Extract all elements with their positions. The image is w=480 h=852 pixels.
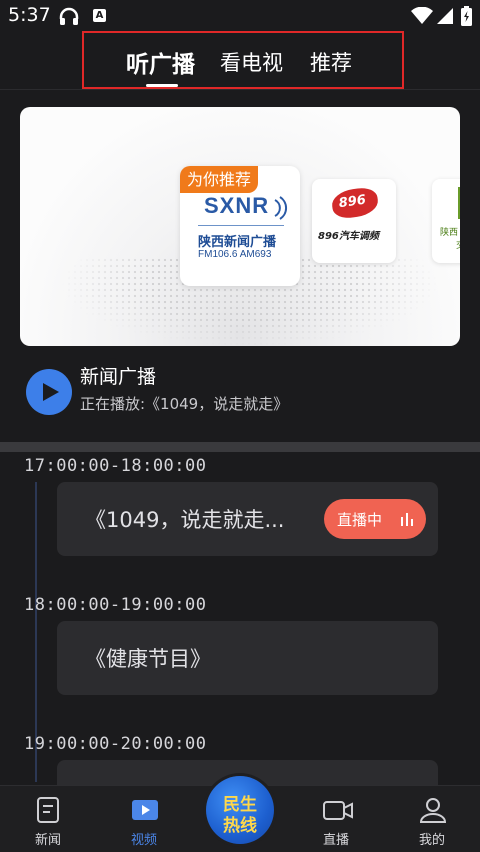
wifi-icon xyxy=(411,7,433,24)
nav-item-news[interactable]: 新闻 xyxy=(8,786,88,852)
section-divider xyxy=(0,442,480,452)
nav-label-news: 新闻 xyxy=(34,833,61,848)
logo-896: 896 xyxy=(330,185,380,221)
news-icon xyxy=(37,797,59,823)
nav-label-profile: 我的 xyxy=(418,833,445,848)
live-label: 直播中 xyxy=(337,511,383,529)
hotline-label-2: 热线 xyxy=(223,816,257,836)
station-card-896[interactable]: 896 896汽车调频 xyxy=(312,179,396,263)
now-playing-text: 正在播放:《1049，说走就走》 xyxy=(80,395,289,413)
logo-divider xyxy=(198,225,284,226)
broadcast-waves-icon xyxy=(274,196,287,220)
program-title: 《健康节目》 xyxy=(85,647,211,671)
station-frequency: FM106.6 AM693 xyxy=(198,249,272,260)
play-button[interactable] xyxy=(26,369,72,415)
profile-icon xyxy=(419,798,447,823)
live-badge[interactable]: 直播中 xyxy=(324,499,426,539)
status-time: 5:37 xyxy=(8,4,51,26)
program-card[interactable]: 《1049，说走就走... 直播中 xyxy=(57,482,438,556)
tab-recommend[interactable]: 推荐 xyxy=(310,47,352,77)
live-camera-icon xyxy=(323,801,353,820)
nav-label-video: 视频 xyxy=(130,833,157,848)
program-card[interactable]: 《健康节目》 xyxy=(57,621,438,695)
tab-watch-tv[interactable]: 看电视 xyxy=(220,47,283,77)
signal-icon xyxy=(437,8,453,24)
slot-time: 19:00:00-20:00:00 xyxy=(24,734,207,754)
video-icon xyxy=(132,800,158,820)
a-icon: A xyxy=(93,9,106,22)
program-title: 《1049，说走就走... xyxy=(85,508,285,532)
recommend-tag: 为你推荐 xyxy=(180,166,259,193)
status-bar: 5:37 A xyxy=(0,0,480,32)
station-logo-partial xyxy=(458,187,460,219)
nav-item-live[interactable]: 直播 xyxy=(296,786,376,852)
recommend-banner[interactable]: 为你推荐 SXNR 陕西新闻广播 FM106.6 AM693 896 896汽车… xyxy=(20,107,460,346)
nav-label-live: 直播 xyxy=(322,833,349,848)
station-card-shaanxi-news[interactable]: 为你推荐 SXNR 陕西新闻广播 FM106.6 AM693 xyxy=(180,166,300,286)
station-name-partial-2: 交 xyxy=(456,238,460,251)
header-divider xyxy=(0,89,480,90)
battery-icon xyxy=(461,6,472,26)
top-tab-bar: 听广播 看电视 推荐 xyxy=(82,31,404,89)
station-name-partial: 陕西 xyxy=(440,228,459,238)
station-name-896: 896汽车调频 xyxy=(318,231,379,242)
sxnr-logo: SXNR xyxy=(204,193,270,218)
nav-item-video[interactable]: 视频 xyxy=(104,786,184,852)
slot-time: 17:00:00-18:00:00 xyxy=(24,456,207,476)
audio-bars-icon xyxy=(401,513,413,526)
hotline-button[interactable]: 民生 热线 xyxy=(206,776,274,844)
station-name: 陕西新闻广播 xyxy=(198,235,277,250)
active-tab-indicator xyxy=(146,84,178,87)
slot-time: 18:00:00-19:00:00 xyxy=(24,595,207,615)
tab-listen-radio[interactable]: 听广播 xyxy=(126,45,195,79)
now-playing-channel: 新闻广播 xyxy=(80,366,157,388)
nav-item-profile[interactable]: 我的 xyxy=(392,786,472,852)
play-icon xyxy=(43,383,59,401)
headphones-icon xyxy=(59,7,79,25)
station-card-partial[interactable]: 陕西 交 xyxy=(432,179,460,263)
